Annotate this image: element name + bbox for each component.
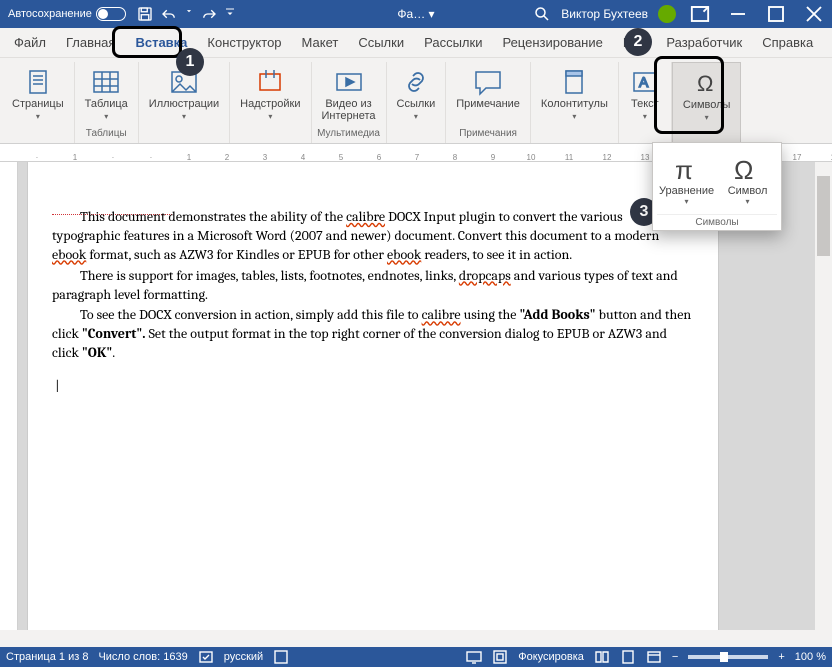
- status-language[interactable]: русский: [224, 651, 263, 663]
- readmode-icon[interactable]: [594, 649, 610, 665]
- svg-text:π: π: [675, 155, 693, 185]
- search-icon[interactable]: [533, 5, 551, 23]
- weblayout-icon[interactable]: [646, 649, 662, 665]
- document-area: This document demonstrates the ability o…: [0, 162, 832, 647]
- display-settings-icon[interactable]: [466, 649, 482, 665]
- symbols-button[interactable]: Ω Символы▾: [677, 65, 737, 126]
- tab-home[interactable]: Главная: [56, 28, 125, 57]
- status-focus[interactable]: Фокусировка: [518, 651, 584, 663]
- page[interactable]: This document demonstrates the ability o…: [28, 162, 718, 647]
- video-icon: [333, 68, 365, 96]
- zoom-in[interactable]: +: [778, 651, 784, 663]
- zoom-level[interactable]: 100 %: [795, 651, 826, 663]
- online-video-button[interactable]: Видео из Интернета: [316, 64, 382, 126]
- spellcheck-icon[interactable]: [198, 649, 214, 665]
- ruler-vertical[interactable]: [0, 162, 18, 647]
- group-pages-label: [36, 128, 39, 141]
- undo-icon[interactable]: [160, 5, 178, 23]
- close-icon[interactable]: [800, 0, 828, 28]
- group-comments-label: Примечания: [459, 128, 517, 141]
- pi-icon: π: [667, 153, 707, 185]
- pages-button[interactable]: Страницы▾: [6, 64, 70, 125]
- toggle-off-icon[interactable]: [96, 7, 126, 21]
- qat-customize-icon[interactable]: [224, 5, 236, 23]
- addins-button[interactable]: Надстройки▾: [234, 64, 306, 125]
- ribbon: Страницы▾ Таблица▾ Таблицы Иллюстрации▾ …: [0, 58, 832, 144]
- tab-developer[interactable]: Разработчик: [656, 28, 752, 57]
- save-icon[interactable]: [136, 5, 154, 23]
- link-icon: [400, 68, 432, 96]
- links-button[interactable]: Ссылки▾: [391, 64, 442, 125]
- status-bar: Страница 1 из 8 Число слов: 1639 русский…: [0, 647, 832, 667]
- tab-file[interactable]: Файл: [4, 28, 56, 57]
- group-tables-label: Таблицы: [86, 128, 127, 141]
- symbols-flyout: π Уравнение▾ Ω Символ▾ Символы: [652, 142, 782, 231]
- pages-icon: [22, 68, 54, 96]
- tab-help[interactable]: Справка: [752, 28, 823, 57]
- group-media-label: Мультимедиа: [317, 128, 380, 141]
- document-body[interactable]: This document demonstrates the ability o…: [52, 208, 694, 396]
- minimize-icon[interactable]: [724, 0, 752, 28]
- title-bar: Автосохранение Фа… ▾ Виктор Бухтеев: [0, 0, 832, 28]
- accessibility-icon[interactable]: [273, 649, 289, 665]
- autosave-toggle[interactable]: Автосохранение: [4, 3, 130, 25]
- user-name[interactable]: Виктор Бухтеев: [561, 7, 648, 21]
- user-avatar-icon[interactable]: [658, 5, 676, 23]
- tab-layout[interactable]: Макет: [292, 28, 349, 57]
- table-icon: [90, 68, 122, 96]
- table-button[interactable]: Таблица▾: [79, 64, 134, 125]
- ribbon-display-icon[interactable]: [686, 0, 714, 28]
- share-button[interactable]: Поделиться: [823, 28, 832, 57]
- text-button[interactable]: A Текст▾: [623, 64, 667, 125]
- chevron-down-icon[interactable]: [184, 5, 194, 23]
- status-page[interactable]: Страница 1 из 8: [6, 651, 88, 663]
- scrollbar-horizontal[interactable]: [0, 630, 815, 647]
- flyout-group-label: Символы: [657, 214, 777, 228]
- zoom-slider[interactable]: [688, 655, 768, 659]
- document-title[interactable]: Фа… ▾: [397, 7, 434, 21]
- printlayout-icon[interactable]: [620, 649, 636, 665]
- equation-button[interactable]: π Уравнение▾: [657, 149, 716, 210]
- autosave-label: Автосохранение: [8, 8, 92, 20]
- symbol-button[interactable]: Ω Символ▾: [718, 149, 777, 210]
- tab-review[interactable]: Рецензирование: [492, 28, 612, 57]
- focus-icon[interactable]: [492, 649, 508, 665]
- ribbon-tabs: Файл Главная Вставка Конструктор Макет С…: [0, 28, 832, 58]
- zoom-out[interactable]: −: [672, 651, 678, 663]
- addins-icon: [254, 68, 286, 96]
- tab-design[interactable]: Конструктор: [197, 28, 291, 57]
- tab-references[interactable]: Ссылки: [348, 28, 414, 57]
- redo-icon[interactable]: [200, 5, 218, 23]
- svg-text:Ω: Ω: [734, 155, 753, 185]
- tab-mailings[interactable]: Рассылки: [414, 28, 492, 57]
- callout-number-1: 1: [176, 48, 204, 76]
- headerfooter-button[interactable]: Колонтитулы▾: [535, 64, 614, 125]
- textbox-icon: A: [629, 68, 661, 96]
- status-words[interactable]: Число слов: 1639: [98, 651, 187, 663]
- scrollbar-vertical[interactable]: [815, 162, 832, 647]
- svg-text:Ω: Ω: [697, 71, 713, 96]
- omega-icon: Ω: [691, 69, 723, 97]
- callout-number-2: 2: [624, 28, 652, 56]
- omega-small-icon: Ω: [728, 153, 768, 185]
- comment-button[interactable]: Примечание: [450, 64, 526, 114]
- headerfooter-icon: [558, 68, 590, 96]
- maximize-icon[interactable]: [762, 0, 790, 28]
- svg-text:A: A: [639, 74, 649, 90]
- comment-icon: [472, 68, 504, 96]
